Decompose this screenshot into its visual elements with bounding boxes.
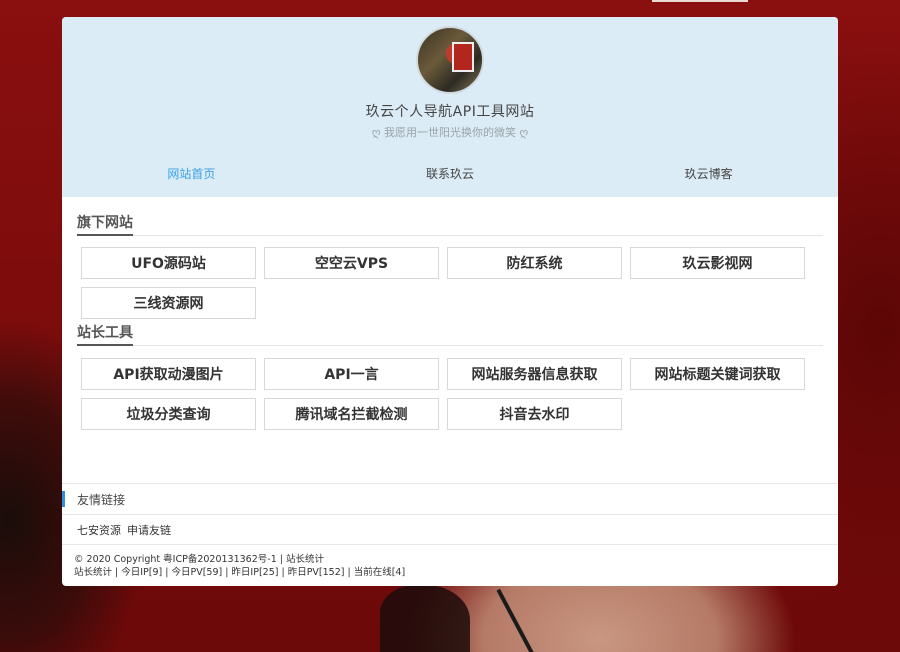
sites-section: 旗下网站 UFO源码站 空空云VPS 防红系统 玖云影视网 三线资源网	[62, 197, 838, 319]
nav-home[interactable]: 网站首页	[62, 165, 321, 185]
tools-grid: API获取动漫图片 API一言 网站服务器信息获取 网站标题关键词获取 垃圾分类…	[77, 358, 823, 430]
divider	[77, 235, 823, 236]
footer-stats: 站长统计 | 今日IP[9] | 今日PV[59] | 昨日IP[25] | 昨…	[74, 567, 406, 578]
site-button-vps[interactable]: 空空云VPS	[264, 247, 439, 279]
site-button-fanghong[interactable]: 防红系统	[447, 247, 622, 279]
sites-grid: UFO源码站 空空云VPS 防红系统 玖云影视网 三线资源网	[77, 247, 823, 319]
tool-button-garbage-sort[interactable]: 垃圾分类查询	[81, 398, 256, 430]
footer: © 2020 Copyright 粤ICP备2020131362号-1 | 站长…	[74, 553, 405, 579]
tool-button-title-keywords[interactable]: 网站标题关键词获取	[630, 358, 805, 390]
site-button-ufo[interactable]: UFO源码站	[81, 247, 256, 279]
tool-button-douyin-watermark[interactable]: 抖音去水印	[447, 398, 622, 430]
site-button-resource[interactable]: 三线资源网	[81, 287, 256, 319]
nav-blog[interactable]: 玖云博客	[579, 165, 838, 185]
friend-links-title: 友情链接	[62, 484, 838, 514]
tools-section-title: 站长工具	[77, 322, 133, 346]
site-button-video[interactable]: 玖云影视网	[630, 247, 805, 279]
tool-button-domain-check[interactable]: 腾讯域名拦截检测	[264, 398, 439, 430]
tools-section: 站长工具 API获取动漫图片 API一言 网站服务器信息获取 网站标题关键词获取…	[62, 319, 838, 430]
tool-button-anime-image[interactable]: API获取动漫图片	[81, 358, 256, 390]
avatar	[416, 26, 484, 94]
divider	[77, 345, 823, 346]
site-title: 玖云个人导航API工具网站	[365, 104, 535, 120]
tool-button-hitokoto[interactable]: API一言	[264, 358, 439, 390]
nav-contact[interactable]: 联系玖云	[321, 165, 580, 185]
site-slogan: ღ 我愿用一世阳光换你的微笑 ღ	[371, 126, 529, 139]
friend-link-qian[interactable]: 七安资源	[77, 522, 121, 538]
main-card: 玖云个人导航API工具网站 ღ 我愿用一世阳光换你的微笑 ღ 网站首页 联系玖云…	[62, 17, 838, 586]
footer-copyright: © 2020 Copyright 粤ICP备2020131362号-1 | 站长…	[74, 554, 324, 565]
friend-links-panel: 友情链接 七安资源 申请友链	[62, 483, 838, 545]
background-hair	[380, 585, 470, 652]
tool-button-server-info[interactable]: 网站服务器信息获取	[447, 358, 622, 390]
background-top-line	[652, 0, 748, 2]
site-header: 玖云个人导航API工具网站 ღ 我愿用一世阳光换你的微笑 ღ 网站首页 联系玖云…	[62, 17, 838, 197]
main-nav: 网站首页 联系玖云 玖云博客	[62, 165, 838, 185]
sites-section-title: 旗下网站	[77, 212, 133, 236]
friend-links-list: 七安资源 申请友链	[62, 514, 838, 545]
friend-link-apply[interactable]: 申请友链	[127, 522, 171, 538]
